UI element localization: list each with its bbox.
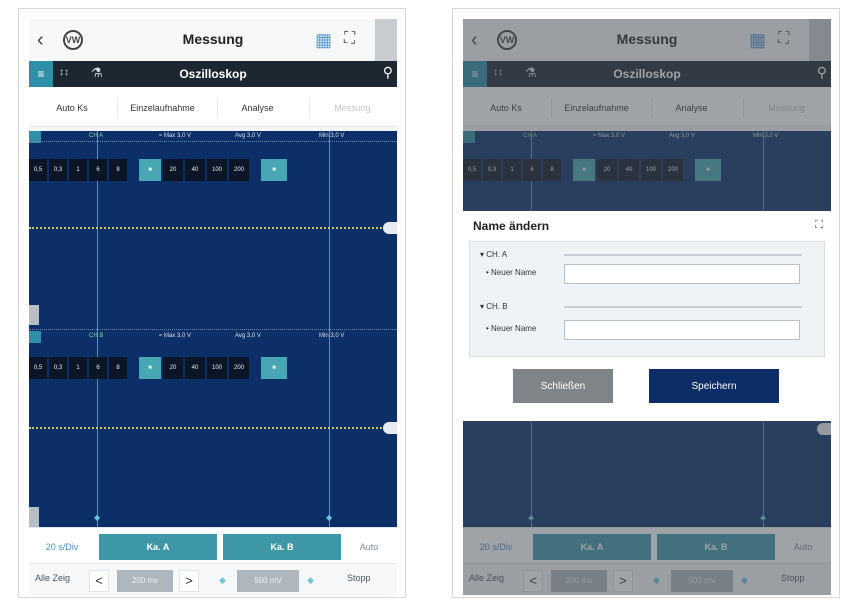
avg-label: Avg 3,0 V — [235, 333, 261, 339]
modal-overlay-top — [463, 19, 831, 211]
tool-bar: ≡ ↕↕ ⚗ Oszilloskop ⚲ — [29, 61, 397, 87]
tab-messung: Messung — [309, 98, 395, 118]
search-icon[interactable]: ⚲ — [383, 64, 393, 81]
range-button[interactable]: 100 — [207, 159, 227, 181]
range-button-active[interactable]: ■ — [261, 357, 287, 379]
channel-handle-b[interactable] — [29, 507, 39, 527]
range-button[interactable]: 200 — [229, 159, 249, 181]
range-button[interactable]: 1 — [69, 159, 87, 181]
range-button[interactable]: 1 — [69, 357, 87, 379]
level-marker-b[interactable] — [383, 422, 397, 434]
scroll-handle[interactable] — [375, 19, 397, 61]
next-button[interactable]: > — [179, 570, 199, 592]
time-div-button[interactable]: 20 s/Div — [35, 534, 89, 560]
range-button[interactable]: 8 — [109, 357, 127, 379]
channel-row: 20 s/Div Ka. A Ka. B Auto — [29, 527, 397, 563]
channel-b-label: ▾ CH. B — [480, 302, 508, 311]
range-button[interactable]: 100 — [207, 357, 227, 379]
bottom-row: Alle Zeig < 200 ms > ◆ 500 mV ◆ Stopp — [29, 563, 397, 595]
channel-a-label: ▾ CH. A — [480, 250, 508, 259]
range-button[interactable]: 20 — [163, 357, 183, 379]
range-button-active[interactable]: ■ — [139, 357, 161, 379]
channel-a-button[interactable]: Ka. A — [99, 534, 217, 560]
stop-button[interactable]: Stopp — [347, 573, 371, 583]
range-button[interactable]: 40 — [185, 357, 205, 379]
tab-analyse[interactable]: Analyse — [217, 98, 297, 118]
grid-line — [29, 329, 397, 330]
channel-label: CH A — [89, 133, 104, 139]
min-label: Min 3,0 V — [319, 133, 345, 139]
max-label: ≈ Max 3,0 V — [159, 133, 191, 139]
name-label-a: • Neuer Name — [486, 268, 537, 277]
range-button[interactable]: 200 — [229, 357, 249, 379]
range-button[interactable]: 0,5 — [29, 159, 47, 181]
diamond-icon: ◆ — [307, 575, 314, 585]
trace-channel-b — [29, 427, 397, 430]
rename-form: ▾ CH. A • Neuer Name ▾ CH. B • Neuer Nam… — [469, 241, 825, 357]
range-button[interactable]: 40 — [185, 159, 205, 181]
channel-b-tab[interactable] — [29, 331, 41, 343]
range-button-active[interactable]: ■ — [139, 159, 161, 181]
calculator-icon[interactable]: ▦ — [315, 30, 332, 51]
screen-content: ‹ VW Messung ▦ ⛶ ≡ ↕↕ ⚗ Oszilloskop ⚲ Au… — [29, 19, 397, 595]
name-input-a[interactable] — [564, 264, 800, 284]
channel-handle-a[interactable] — [29, 305, 39, 325]
auto-button[interactable]: Auto — [347, 534, 391, 560]
range-button[interactable]: 20 — [163, 159, 183, 181]
fullscreen-icon[interactable]: ⛶ — [344, 30, 355, 48]
range-button-active[interactable]: ■ — [261, 159, 287, 181]
close-button[interactable]: Schließen — [513, 369, 613, 403]
avg-label: Avg 3,0 V — [235, 133, 261, 139]
show-all-button[interactable]: Alle Zeig — [35, 573, 70, 583]
channel-a-text: CH. A — [486, 250, 508, 259]
tool-title: Oszilloskop — [179, 67, 247, 81]
range-button[interactable]: 6 — [89, 159, 107, 181]
value-b[interactable]: 500 mV — [237, 570, 299, 592]
range-button[interactable]: 6 — [89, 357, 107, 379]
trace-channel-a — [29, 227, 397, 230]
range-button[interactable]: 0,3 — [49, 357, 67, 379]
range-button[interactable]: 8 — [109, 159, 127, 181]
level-marker-a[interactable] — [383, 222, 397, 234]
function-tabs: Auto Ks Einzelaufnahme Analyse Messung — [29, 87, 397, 127]
screen-content: ‹ VW Messung ▦ ⛶ ≡ ↕↕ ⚗ Oszilloskop ⚲ Au… — [463, 19, 831, 595]
trigger-marker-icon[interactable]: ◆ — [326, 513, 332, 522]
channel-b-header: CH B ≈ Max 3,0 V Avg 3,0 V Min 3,0 V — [29, 331, 397, 343]
diamond-icon: ◆ — [219, 575, 226, 585]
value-a[interactable]: 200 ms — [117, 570, 173, 592]
oscilloscope-display[interactable]: CH A ≈ Max 3,0 V Avg 3,0 V Min 3,0 V 0,5… — [29, 131, 397, 527]
name-label-a-text: Neuer Name — [491, 268, 537, 277]
name-label-b-text: Neuer Name — [491, 324, 537, 333]
channel-label: CH B — [89, 333, 104, 339]
name-label-b: • Neuer Name — [486, 324, 537, 333]
prev-button[interactable]: < — [89, 570, 109, 592]
range-button[interactable]: 0,5 — [29, 357, 47, 379]
modal-overlay-bottom — [463, 421, 831, 595]
title-bar: ‹ VW Messung ▦ ⛶ — [29, 19, 397, 61]
rename-dialog: Name ändern ⛶ ▾ CH. A • Neuer Name ▾ CH.… — [463, 211, 831, 421]
page-title: Messung — [182, 31, 244, 47]
channel-b-text: CH. B — [486, 302, 508, 311]
max-label: ≈ Max 3,0 V — [159, 333, 191, 339]
range-button[interactable]: 0,3 — [49, 159, 67, 181]
save-button[interactable]: Speichern — [649, 369, 779, 403]
fullscreen-icon[interactable]: ⛶ — [815, 219, 823, 232]
tab-einzelaufnahme[interactable]: Einzelaufnahme — [117, 98, 207, 118]
dialog-title: Name ändern — [473, 219, 550, 233]
screen-rename-dialog: ‹ VW Messung ▦ ⛶ ≡ ↕↕ ⚗ Oszilloskop ⚲ Au… — [452, 8, 840, 598]
channel-b-button[interactable]: Ka. B — [223, 534, 341, 560]
divider — [564, 254, 802, 256]
grid-line — [29, 141, 397, 142]
min-label: Min 3,0 V — [319, 333, 345, 339]
tab-auto-ks[interactable]: Auto Ks — [37, 98, 107, 118]
trigger-marker-icon[interactable]: ◆ — [94, 513, 100, 522]
divider — [564, 306, 802, 308]
name-input-b[interactable] — [564, 320, 800, 340]
screen-oscilloscope: ‹ VW Messung ▦ ⛶ ≡ ↕↕ ⚗ Oszilloskop ⚲ Au… — [18, 8, 406, 598]
